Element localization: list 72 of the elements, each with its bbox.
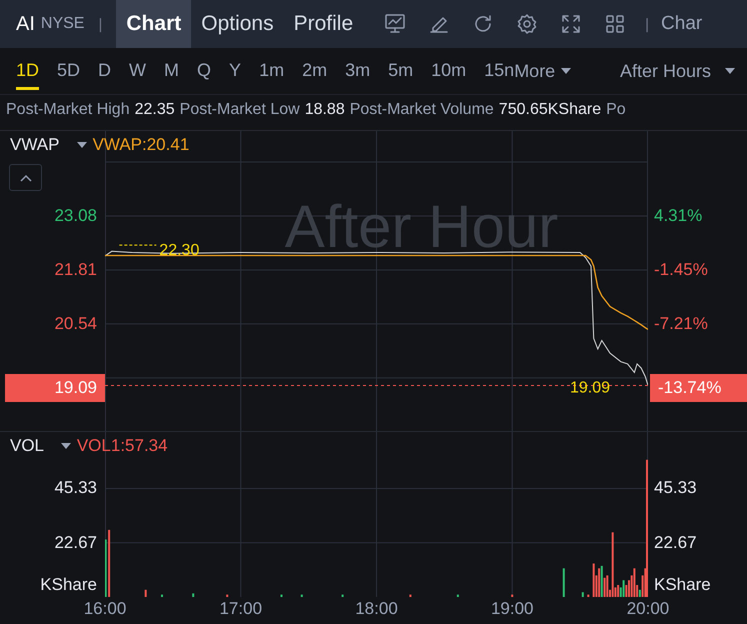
period-tab[interactable]: 10m [431,52,466,90]
period-tab[interactable]: 3m [345,52,370,90]
time-label: 17:00 [219,599,262,619]
volume-bar [582,592,584,597]
volume-bar [342,594,344,597]
axis-label: 4.31% [654,204,702,227]
tab[interactable]: Char [661,13,702,35]
period-tab[interactable]: 1m [259,52,284,90]
unit-label: KShare [654,574,711,596]
unit-label: KShare [40,574,97,596]
tab[interactable]: Chart [116,0,192,48]
time-label: 16:00 [84,599,126,619]
volume-bar [226,594,228,597]
volume-bar [409,594,412,597]
stat-value: 18.88 [304,101,345,119]
chevron-up-icon [20,174,32,182]
volume-bar [192,593,194,597]
axis-label: -1.45% [654,258,708,281]
caret-icon [60,443,71,449]
volume-bar [562,568,565,597]
period-tab[interactable]: Y [229,52,242,90]
monitor-chart-icon[interactable] [383,12,408,36]
price-tag: 19.09 [5,374,105,402]
stat-value: 750.65KShare [498,101,602,119]
stat-label: Post-Market High [6,101,130,119]
period-tab[interactable]: M [164,52,180,90]
axis-label: 20.54 [54,312,97,335]
period-tab[interactable]: 5m [388,52,414,90]
axis-label: 22.67 [54,532,97,554]
tab[interactable]: Options [191,0,284,48]
axis-label: 23.08 [54,204,97,227]
period-tab[interactable]: W [129,52,146,90]
time-label: 19:00 [490,599,534,619]
axis-label: 45.33 [654,477,697,500]
tab[interactable]: Profile [284,0,364,48]
session-dropdown[interactable]: After Hours [620,60,735,82]
stat-label: Post-Market Low [180,101,300,119]
time-label: 20:00 [626,599,670,619]
time-label: 18:00 [355,599,398,619]
indicator-value: VOL1:57.34 [76,436,168,456]
axis-label: 21.81 [54,258,97,281]
stat-label: Po [606,101,626,119]
indicator-value: VWAP:20.41 [92,135,190,155]
separator-mark: | [645,16,650,32]
symbol-label: AI [16,12,35,36]
caret-icon [725,68,735,74]
period-tab[interactable]: D [98,52,112,90]
collapse-button[interactable] [9,164,42,191]
indicator-dropdown[interactable]: VWAP [10,135,87,155]
period-tab[interactable]: Q [197,52,212,90]
indicator-dropdown[interactable]: VOL [10,436,71,456]
volume-bar [456,594,459,597]
volume-bar [144,590,147,597]
period-tab[interactable]: 2m [302,52,328,90]
last-price-note: 19.09 [570,380,610,397]
volume-bar [300,594,303,597]
stat-label: Post-Market Volume [350,101,494,119]
axis-label: 22.67 [654,532,697,554]
axis-label: 45.33 [54,477,97,500]
more-dropdown[interactable]: More [514,60,572,82]
caret-icon [76,142,87,148]
volume-bar [511,594,514,597]
separator-mark: | [98,16,102,32]
period-tab[interactable]: 1D [16,52,40,90]
exchange-label: NYSE [40,15,84,33]
axis-label: -7.21% [654,312,708,335]
period-tab[interactable]: 5D [57,52,80,90]
change-tag: -13.74% [650,374,747,402]
caret-icon [561,68,572,74]
stat-value: 22.35 [134,101,175,119]
period-tab[interactable]: 15n [484,52,514,90]
volume-bar [587,594,590,597]
